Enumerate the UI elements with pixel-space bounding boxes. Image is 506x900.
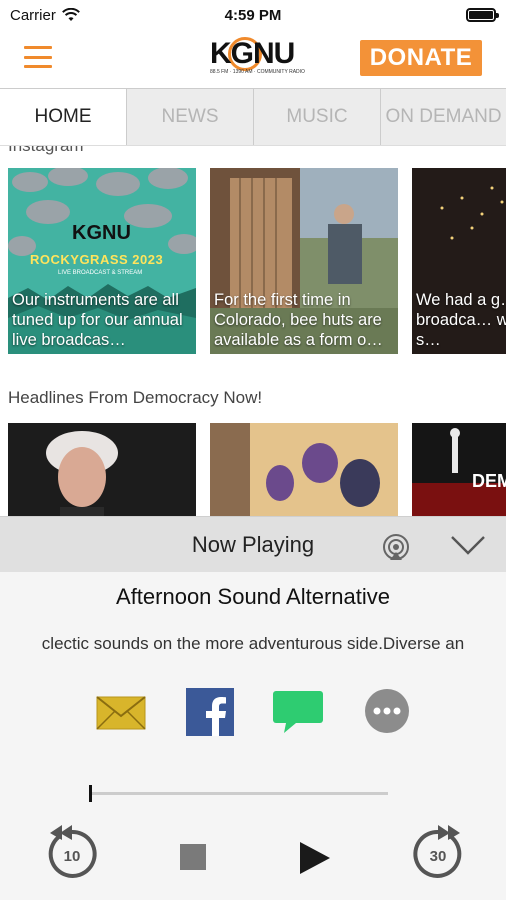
forward-seconds: 30 — [429, 848, 447, 865]
logo-subtitle: 88.5 FM · 1390 AM · COMMUNITY RADIO — [210, 69, 305, 75]
tab-news[interactable]: NEWS — [127, 89, 254, 145]
instagram-carousel[interactable]: KGNU ROCKYGRASS 2023 LIVE BROADCAST & ST… — [8, 168, 506, 354]
app-header: KGNU 88.5 FM · 1390 AM · COMMUNITY RADIO… — [0, 30, 506, 88]
progress-knob[interactable] — [89, 785, 92, 802]
donate-button[interactable]: DONATE — [360, 40, 482, 76]
share-row — [0, 686, 506, 738]
instagram-section-label: Instagram — [8, 146, 84, 156]
player-panel: Afternoon Sound Alternative clectic soun… — [0, 572, 506, 900]
menu-icon-bar — [24, 55, 52, 59]
kgnu-logo: KGNU 88.5 FM · 1390 AM · COMMUNITY RADIO — [210, 35, 305, 81]
chevron-down-icon[interactable] — [450, 535, 486, 555]
instagram-card[interactable]: For the first time in Colorado, bee huts… — [210, 168, 398, 354]
home-feed[interactable]: Instagram KGNU ROCKYGRASS 2023 — [0, 146, 506, 516]
status-time: 4:59 PM — [224, 6, 282, 24]
menu-icon-bar — [24, 46, 52, 49]
instagram-card[interactable]: KGNU ROCKYGRASS 2023 LIVE BROADCAST & ST… — [8, 168, 196, 354]
rewind-button[interactable]: 10 — [46, 824, 98, 880]
card-art-subtitle: ROCKYGRASS 2023 — [30, 252, 164, 267]
forward-button[interactable]: 30 — [412, 824, 464, 880]
menu-button[interactable] — [24, 46, 52, 68]
headline-illustration — [210, 423, 398, 516]
tab-home[interactable]: HOME — [0, 89, 127, 145]
tab-bar: HOME NEWS MUSIC ON DEMAND — [0, 88, 506, 146]
progress-slider[interactable] — [89, 785, 388, 802]
menu-icon-bar — [24, 65, 52, 68]
card-caption: Our instruments are all tuned up for our… — [12, 291, 183, 349]
headline-photo — [8, 423, 196, 516]
instagram-card[interactable]: We had a g… live broadca… wonderful s… — [412, 168, 506, 354]
headline-card[interactable] — [210, 423, 398, 516]
now-playing-bar[interactable]: Now Playing — [0, 516, 506, 572]
airplay-icon[interactable] — [382, 534, 410, 560]
headline-card[interactable]: DEM — [412, 423, 506, 516]
headlines-carousel[interactable]: DEM — [8, 423, 506, 516]
show-description: clectic sounds on the more adventurous s… — [41, 634, 465, 653]
rewind-seconds: 10 — [63, 848, 81, 865]
card-caption: For the first time in Colorado, bee huts… — [214, 291, 383, 349]
card-art-note: LIVE BROADCAST & STREAM — [58, 270, 143, 276]
headline-art-text: DEM — [472, 471, 506, 491]
tab-music[interactable]: MUSIC — [254, 89, 381, 145]
headline-artwork — [412, 423, 506, 516]
logo-text: KGNU — [210, 37, 295, 70]
email-icon[interactable] — [96, 696, 146, 730]
card-art-title: KGNU — [72, 222, 131, 244]
tab-on-demand[interactable]: ON DEMAND — [381, 89, 506, 145]
stop-button[interactable] — [180, 844, 206, 870]
headlines-section-label: Headlines From Democracy Now! — [8, 388, 263, 407]
card-caption: We had a g… live broadca… wonderful s… — [416, 291, 506, 349]
play-button[interactable] — [298, 840, 332, 876]
show-title: Afternoon Sound Alternative — [116, 584, 390, 609]
battery-icon — [466, 8, 499, 22]
message-icon[interactable] — [272, 690, 324, 734]
facebook-icon[interactable] — [186, 688, 234, 736]
headline-card[interactable] — [8, 423, 196, 516]
more-icon[interactable] — [364, 688, 410, 734]
status-bar: Carrier 4:59 PM — [0, 0, 506, 30]
now-playing-title: Now Playing — [191, 532, 315, 557]
